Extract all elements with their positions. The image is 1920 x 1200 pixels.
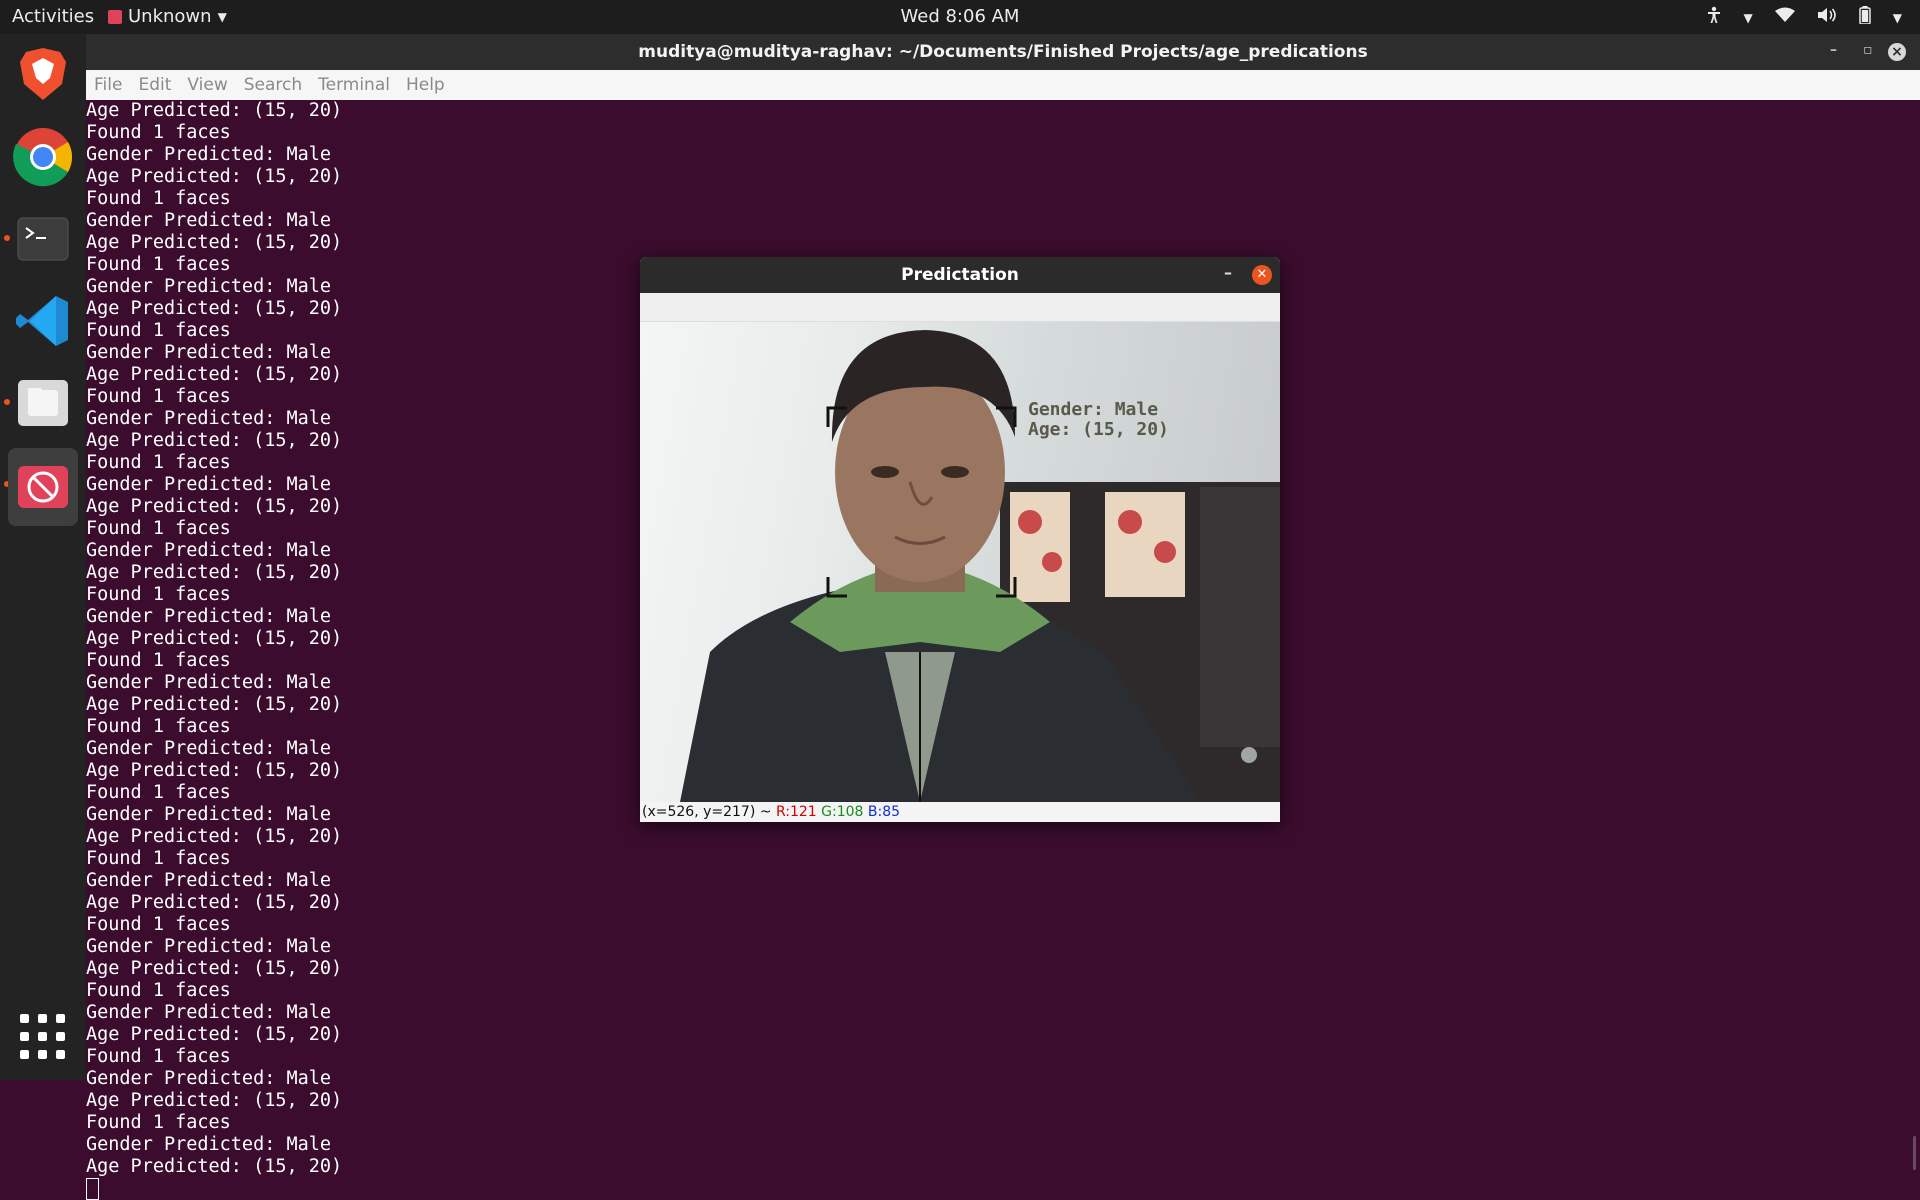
accessibility-icon[interactable] [1706, 6, 1722, 29]
webcam-image [680, 330, 1280, 802]
volume-icon[interactable] [1817, 7, 1837, 28]
show-applications-icon[interactable] [20, 1014, 66, 1060]
terminal-scrollbar[interactable] [1913, 1136, 1916, 1170]
terminal-line: Age Predicted: (15, 20) [86, 892, 343, 913]
files-icon[interactable] [8, 368, 78, 438]
terminal-line: Found 1 faces [86, 980, 231, 1001]
status-coordinates: (x=526, y=217) ~ [642, 804, 772, 820]
top-bar: Activities Unknown ▼ Wed 8:06 AM ▼ ▼ [0, 0, 1920, 34]
terminal-line: Found 1 faces [86, 1112, 231, 1133]
close-icon[interactable]: ✕ [1252, 265, 1272, 285]
status-red-value: R:121 [775, 804, 817, 820]
terminal-icon[interactable] [8, 204, 78, 274]
minimize-icon[interactable]: – [1224, 263, 1232, 282]
clock[interactable]: Wed 8:06 AM [901, 6, 1020, 27]
terminal-line: Age Predicted: (15, 20) [86, 166, 343, 187]
terminal-line: Gender Predicted: Male [86, 144, 332, 165]
battery-icon[interactable] [1859, 6, 1871, 29]
menu-view[interactable]: View [187, 75, 227, 95]
chevron-down-icon[interactable]: ▼ [1744, 11, 1753, 25]
terminal-menubar: File Edit View Search Terminal Help [86, 70, 1920, 100]
prediction-title: Predictation [901, 265, 1019, 285]
terminal-line: Gender Predicted: Male [86, 870, 332, 891]
prediction-window: Predictation – ✕ Gender: Male Age: (15, … [640, 257, 1280, 822]
terminal-line: Age Predicted: (15, 20) [86, 1090, 343, 1111]
chrome-icon[interactable] [8, 122, 78, 192]
terminal-line: Age Predicted: (15, 20) [86, 232, 343, 253]
terminal-line: Age Predicted: (15, 20) [86, 1024, 343, 1045]
network-icon[interactable] [1774, 7, 1795, 28]
prediction-titlebar[interactable]: Predictation – ✕ [640, 257, 1280, 293]
brave-browser-icon[interactable] [8, 40, 78, 110]
overlay-age-label: Age: (15, 20) [1028, 419, 1169, 440]
terminal-line: Found 1 faces [86, 122, 231, 143]
terminal-title: muditya@muditya-raghav: ~/Documents/Fini… [638, 42, 1368, 62]
terminal-line: Gender Predicted: Male [86, 1134, 332, 1155]
system-tray[interactable]: ▼ ▼ [1706, 6, 1902, 29]
terminal-line: Age Predicted: (15, 20) [86, 100, 343, 121]
terminal-line: Found 1 faces [86, 848, 231, 869]
menu-search[interactable]: Search [244, 75, 302, 95]
terminal-prompt[interactable] [86, 1178, 1920, 1200]
status-blue-value: B:85 [867, 804, 901, 820]
terminal-line: Gender Predicted: Male [86, 1002, 332, 1023]
terminal-line: Gender Predicted: Male [86, 210, 332, 231]
webcam-frame[interactable]: Gender: Male Age: (15, 20) [640, 322, 1280, 802]
status-green-value: G:108 [821, 804, 864, 820]
prediction-app-icon[interactable] [8, 448, 78, 526]
menu-terminal[interactable]: Terminal [318, 75, 390, 95]
overlay-gender-label: Gender: Male [1028, 399, 1159, 420]
terminal-line: Found 1 faces [86, 1046, 231, 1067]
dock [0, 34, 86, 1080]
app-icon [108, 9, 122, 24]
prediction-statusbar: (x=526, y=217) ~ R:121 G:108 B:85 [640, 802, 1280, 822]
app-menu[interactable]: Unknown ▼ [108, 6, 227, 27]
prediction-toolbar [640, 293, 1280, 322]
restore-icon[interactable]: ▫ [1863, 42, 1873, 58]
terminal-line: Age Predicted: (15, 20) [86, 958, 343, 979]
menu-file[interactable]: File [94, 75, 122, 95]
close-icon[interactable]: × [1888, 43, 1906, 61]
terminal-line: Age Predicted: (15, 20) [86, 1156, 343, 1177]
terminal-line: Age Predicted: (15, 20) [86, 826, 343, 847]
minimize-icon[interactable]: – [1830, 42, 1837, 58]
menu-help[interactable]: Help [406, 75, 445, 95]
terminal-titlebar[interactable]: muditya@muditya-raghav: ~/Documents/Fini… [86, 34, 1920, 70]
terminal-line: Gender Predicted: Male [86, 936, 332, 957]
activities-button[interactable]: Activities [12, 6, 94, 27]
vscode-icon[interactable] [8, 286, 78, 356]
menu-edit[interactable]: Edit [138, 75, 171, 95]
chevron-down-icon[interactable]: ▼ [1893, 11, 1902, 25]
terminal-line: Found 1 faces [86, 914, 231, 935]
terminal-line: Gender Predicted: Male [86, 1068, 332, 1089]
terminal-cursor [86, 1178, 99, 1200]
terminal-line: Found 1 faces [86, 188, 231, 209]
chevron-down-icon: ▼ [217, 9, 227, 24]
app-menu-label: Unknown [128, 6, 212, 27]
